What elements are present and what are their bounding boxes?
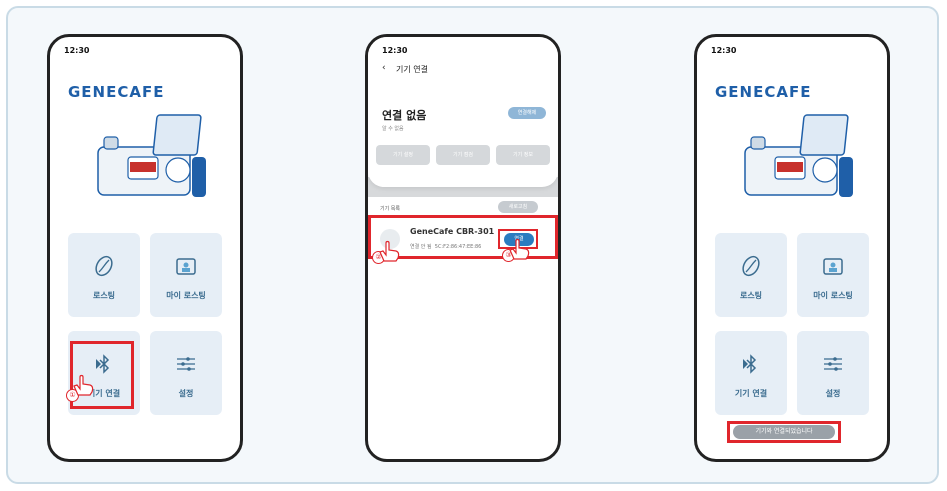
sliders-icon bbox=[177, 357, 195, 371]
tile-my-roasting[interactable]: 마이 로스팅 bbox=[797, 233, 869, 317]
tile-device-connect-label: 기기 연결 bbox=[734, 389, 768, 398]
roaster-machine-image bbox=[97, 114, 206, 197]
bluetooth-icon bbox=[743, 354, 757, 374]
highlight-box-toast bbox=[727, 421, 841, 443]
tile-settings-label: 설정 bbox=[825, 389, 841, 398]
tile-roasting[interactable]: 로스팅 bbox=[715, 233, 787, 317]
status-time: 12:30 bbox=[382, 46, 408, 55]
tile-roasting-label: 로스팅 bbox=[739, 291, 763, 300]
status-time: 12:30 bbox=[64, 46, 90, 55]
device-check-button[interactable]: 기기 점검 bbox=[436, 145, 490, 165]
tile-my-roasting-label: 마이 로스팅 bbox=[166, 291, 206, 300]
sliders-icon bbox=[824, 357, 842, 371]
tile-my-roasting[interactable]: 마이 로스팅 bbox=[150, 233, 222, 317]
tile-settings[interactable]: 설정 bbox=[150, 331, 222, 415]
connection-status-sub: 알 수 없음 bbox=[382, 126, 404, 132]
tile-roasting-label: 로스팅 bbox=[92, 291, 116, 300]
refresh-button[interactable]: 새로고침 bbox=[498, 201, 538, 213]
connection-status-title: 연결 없음 bbox=[382, 109, 427, 122]
tile-device-connect[interactable]: 기기 연결 bbox=[715, 331, 787, 415]
pointer-hand-icon bbox=[73, 374, 94, 396]
disconnect-button[interactable]: 연결해제 bbox=[508, 107, 546, 119]
status-time: 12:30 bbox=[711, 46, 737, 55]
tile-settings[interactable]: 설정 bbox=[797, 331, 869, 415]
phone-screen-connected: 12:30 GENECAFE 로스팅 마이 로스팅 기기 연결 설정 기기와 연… bbox=[694, 34, 890, 462]
pointer-hand-icon bbox=[379, 240, 400, 262]
tile-roasting[interactable]: 로스팅 bbox=[68, 233, 140, 317]
device-list-header: 기기 목록 bbox=[380, 206, 400, 212]
phone-screen-home: 12:30 GENECAFE 로스팅 마이 로스팅 기기 연결 설정 ① bbox=[47, 34, 243, 462]
page-title: 기기 연결 bbox=[396, 65, 428, 74]
pointer-hand-icon bbox=[509, 238, 530, 260]
folder-user-icon bbox=[176, 258, 196, 275]
coffee-bean-icon bbox=[95, 255, 113, 277]
device-info-button[interactable]: 기기 정보 bbox=[496, 145, 550, 165]
roaster-machine-image bbox=[744, 114, 853, 197]
chevron-left-icon[interactable]: ‹ bbox=[382, 63, 386, 73]
device-settings-button[interactable]: 기기 설정 bbox=[376, 145, 430, 165]
app-logo: GENECAFE bbox=[715, 83, 812, 101]
app-logo: GENECAFE bbox=[68, 83, 165, 101]
folder-user-icon bbox=[823, 258, 843, 275]
tile-settings-label: 설정 bbox=[178, 389, 194, 398]
phone-screen-device-connect: 12:30 ‹ 기기 연결 연결 없음 알 수 없음 연결해제 기기 설정 기기… bbox=[365, 34, 561, 462]
tile-my-roasting-label: 마이 로스팅 bbox=[813, 291, 853, 300]
coffee-bean-icon bbox=[742, 255, 760, 277]
